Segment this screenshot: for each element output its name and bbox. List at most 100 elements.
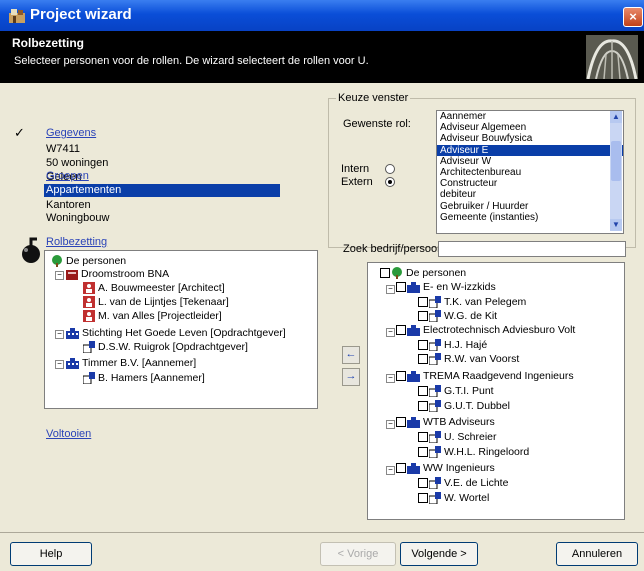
organisation-node[interactable]: WW Ingenieurs [396,462,495,474]
role-option[interactable]: Gemeente (instanties) [437,212,623,223]
person-node[interactable]: W.G. de Kit [418,310,497,323]
person-node[interactable]: W.H.L. Ringeloord [418,446,529,459]
checkbox[interactable] [418,340,428,351]
person-node[interactable]: H.J. Hajé [418,339,487,352]
available-persons-tree[interactable]: De personen − E- en W-izzkids T.K. van P… [367,262,625,520]
scroll-thumb[interactable] [611,141,621,181]
nav-link-gegevens[interactable]: Gegevens [46,127,96,139]
person-node[interactable]: M. van Alles [Projectleider] [83,310,222,323]
organisation-icon [407,416,420,428]
tree-icon [392,267,402,280]
organisation-node[interactable]: Timmer B.V. [Aannemer] [66,357,196,369]
person-node[interactable]: G.U.T. Dubbel [418,400,510,413]
person-icon [429,477,441,490]
person-icon [429,431,441,444]
role-option[interactable]: Architectenbureau [437,167,623,178]
person-node[interactable]: V.E. de Lichte [418,477,508,490]
collapse-toggle[interactable]: − [386,466,395,475]
role-option[interactable]: Constructeur [437,178,623,189]
group-item-woningbouw[interactable]: Woningbouw [46,212,109,224]
role-listbox[interactable]: Aannemer Adviseur Algemeen Adviseur Bouw… [436,110,624,234]
person-node[interactable]: G.T.I. Punt [418,385,494,398]
role-option[interactable]: debiteur [437,189,623,200]
organisation-node[interactable]: E- en W-izzkids [396,281,496,293]
collapse-toggle[interactable]: − [386,285,395,294]
move-left-button[interactable]: ← [342,346,360,364]
bottom-separator [0,532,644,533]
extern-radio[interactable] [385,177,395,187]
next-button[interactable]: Volgende > [400,542,478,566]
move-right-button[interactable]: → [342,368,360,386]
checkbox[interactable] [396,417,406,428]
nav-link-groepen[interactable]: Groepen [46,170,89,182]
intern-radio[interactable] [385,164,395,174]
wizard-logo-icon [586,35,638,79]
checkbox[interactable] [418,478,428,489]
person-node[interactable]: R.W. van Voorst [418,353,519,366]
checkbox[interactable] [418,386,428,397]
person-icon [83,310,95,323]
person-icon [429,446,441,459]
person-node[interactable]: T.K. van Pelegem [418,296,526,309]
organisation-node[interactable]: Electrotechnisch Adviesburo Volt [396,324,575,336]
tree-root[interactable]: De personen [51,255,126,268]
close-button[interactable]: × [623,7,643,27]
role-option[interactable]: Adviseur Algemeen [437,122,623,133]
checkbox[interactable] [418,311,428,322]
person-node[interactable]: A. Bouwmeester [Architect] [83,282,225,295]
checkbox[interactable] [396,325,406,336]
person-node[interactable]: U. Schreier [418,431,497,444]
organisation-node[interactable]: TREMA Raadgevend Ingenieurs [396,370,574,382]
organisation-node[interactable]: Stichting Het Goede Leven [Opdrachtgever… [66,327,286,339]
person-node[interactable]: B. Hamers [Aannemer] [83,372,205,385]
window-title: Project wizard [30,6,132,23]
tree-root[interactable]: De personen [380,267,466,280]
checkbox[interactable] [418,401,428,412]
back-button[interactable]: < Vorige [320,542,396,566]
checkbox[interactable] [396,371,406,382]
person-node[interactable]: L. van de Lijntjes [Tekenaar] [83,296,229,309]
checkbox[interactable] [418,447,428,458]
role-option[interactable]: Gebruiker / Huurder [437,201,623,212]
organisation-node[interactable]: WTB Adviseurs [396,416,495,428]
checkbox[interactable] [380,268,390,279]
role-option[interactable]: Aannemer [437,111,623,122]
scroll-down-icon[interactable]: ▼ [610,219,622,231]
checkbox[interactable] [396,463,406,474]
collapse-toggle[interactable]: − [386,328,395,337]
person-icon [83,296,95,309]
collapse-toggle[interactable]: − [55,360,64,369]
nav-link-voltooien[interactable]: Voltooien [46,428,91,440]
search-input[interactable] [438,241,626,257]
role-option-selected[interactable]: Adviseur E [437,144,623,156]
collapse-toggle[interactable]: − [55,271,64,280]
collapse-toggle[interactable]: − [386,374,395,383]
help-button[interactable]: Help [10,542,92,566]
checkbox[interactable] [418,432,428,443]
person-icon [429,310,441,323]
collapse-toggle[interactable]: − [386,420,395,429]
checkbox[interactable] [418,493,428,504]
group-item-kantoren[interactable]: Kantoren [46,199,91,211]
person-node[interactable]: D.S.W. Ruigrok [Opdrachtgever] [83,341,248,354]
cancel-button[interactable]: Annuleren [556,542,638,566]
role-list-scrollbar[interactable]: ▲ ▼ [610,111,622,231]
person-node[interactable]: W. Wortel [418,492,489,505]
checkbox[interactable] [396,282,406,293]
role-option[interactable]: Adviseur W [437,156,623,167]
organisation-node[interactable]: Droomstroom BNA [66,268,169,280]
checkbox[interactable] [418,297,428,308]
tree-icon [52,255,62,268]
person-icon [429,296,441,309]
step-description: Selecteer personen voor de rollen. De wi… [14,55,369,67]
role-option[interactable]: Adviseur Bouwfysica [437,133,623,144]
search-label: Zoek bedrijf/persoon: [343,243,447,255]
scroll-up-icon[interactable]: ▲ [610,111,622,123]
group-item-appartementen[interactable]: Appartementen [44,184,280,197]
assigned-persons-tree[interactable]: De personen − Droomstroom BNA A. Bouwmee… [44,250,318,409]
collapse-toggle[interactable]: − [55,330,64,339]
checkbox[interactable] [418,354,428,365]
extern-label: Extern [341,176,373,188]
nav-link-rolbezetting[interactable]: Rolbezetting [46,236,107,248]
wizard-app-icon [9,9,25,23]
